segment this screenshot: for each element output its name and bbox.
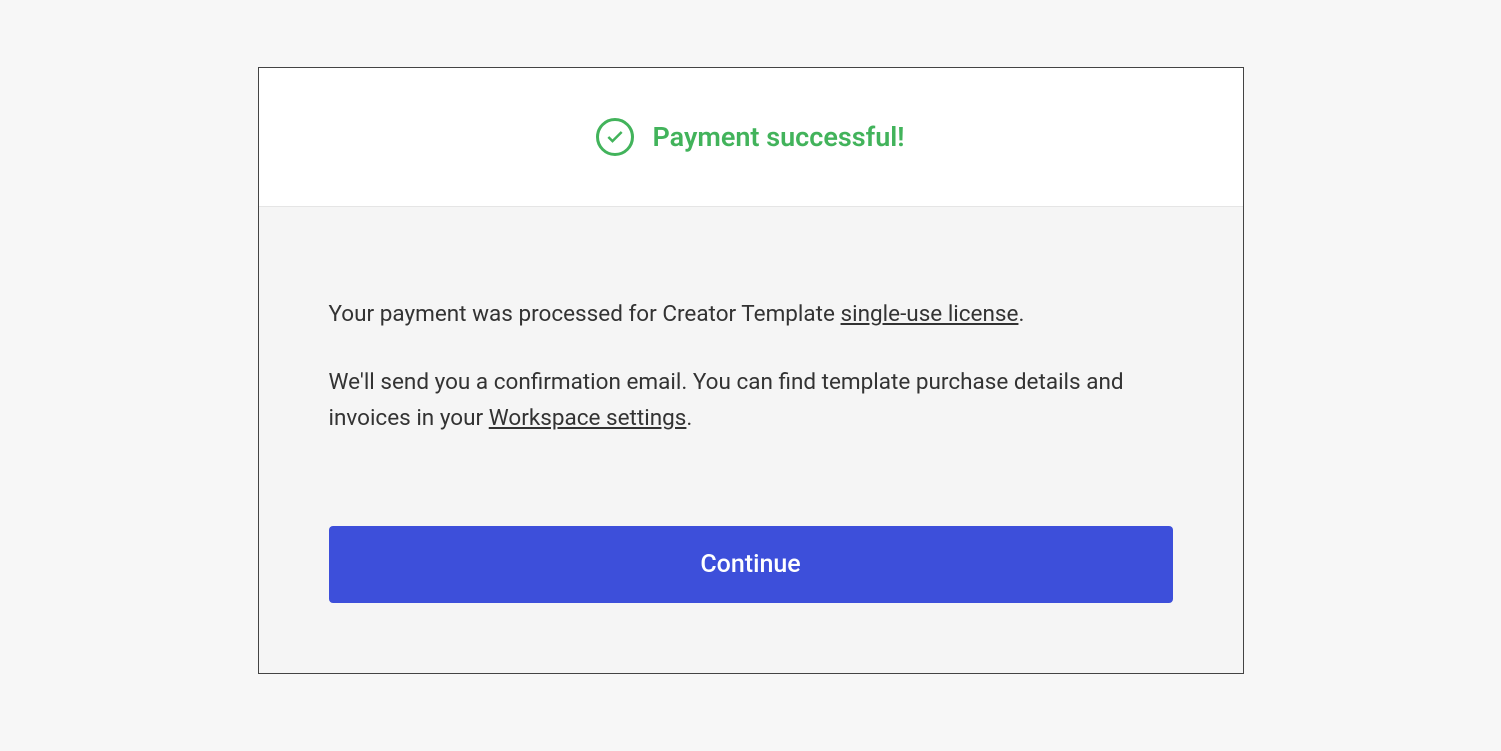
single-use-license-link[interactable]: single-use license bbox=[841, 301, 1019, 327]
workspace-settings-link[interactable]: Workspace settings bbox=[489, 405, 687, 431]
payment-success-card: Payment successful! Your payment was pro… bbox=[258, 67, 1244, 674]
confirmation-line-1-suffix: . bbox=[1018, 301, 1024, 327]
confirmation-line-1: Your payment was processed for Creator T… bbox=[329, 296, 1173, 332]
continue-button[interactable]: Continue bbox=[329, 526, 1173, 603]
confirmation-line-2: We'll send you a confirmation email. You… bbox=[329, 364, 1173, 436]
confirmation-line-2-suffix: . bbox=[686, 405, 692, 431]
confirmation-line-2-prefix: We'll send you a confirmation email. You… bbox=[329, 369, 1124, 431]
confirmation-line-1-prefix: Your payment was processed for Creator T… bbox=[329, 301, 841, 327]
card-body: Your payment was processed for Creator T… bbox=[259, 207, 1243, 673]
header-title: Payment successful! bbox=[652, 121, 904, 153]
card-header: Payment successful! bbox=[259, 68, 1243, 207]
check-circle-icon bbox=[596, 118, 634, 156]
